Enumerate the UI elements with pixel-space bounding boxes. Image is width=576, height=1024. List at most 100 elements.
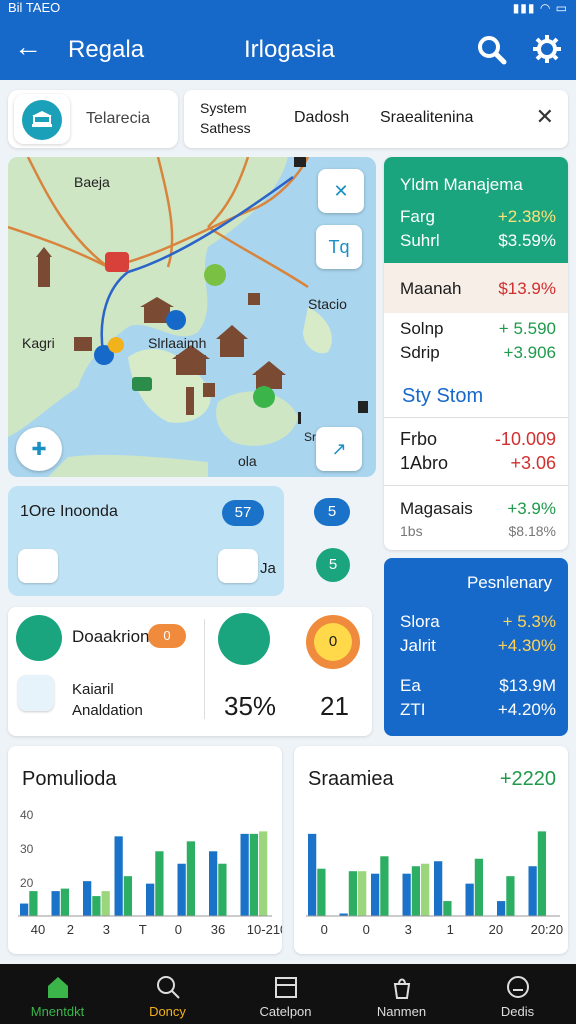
- status-icons: ▮▮▮ ◠ ▭: [512, 1, 568, 15]
- stock-name: 1bs: [400, 523, 423, 539]
- summary-value: $13.9M: [499, 676, 556, 695]
- chart-bar: [465, 883, 474, 916]
- summary-name: ZTI: [400, 700, 426, 719]
- chart-bar: [497, 901, 506, 916]
- map-filter-button[interactable]: Tq: [316, 225, 362, 269]
- summary-row[interactable]: Ea $13.9M: [400, 676, 556, 696]
- list-icon[interactable]: [18, 549, 58, 583]
- stock-value: $3.59%: [498, 231, 556, 250]
- divider: [384, 417, 568, 418]
- status-left: Bil TAEO: [8, 0, 61, 15]
- stock-panel-title: Yldm Manajema: [400, 175, 523, 194]
- map-locate-button[interactable]: ↗: [316, 427, 362, 471]
- summary-name: Jalrit: [400, 636, 436, 655]
- summary-row[interactable]: ZTI +4.20%: [400, 700, 556, 720]
- stock-row[interactable]: Farg +2.38%: [400, 207, 556, 227]
- nav-item-calendar[interactable]: Catelpon: [228, 964, 343, 1024]
- close-icon[interactable]: ✕: [536, 104, 554, 130]
- x-tick-label: 0: [175, 922, 182, 937]
- map-label-south: ola: [238, 453, 257, 469]
- summary-row[interactable]: Jalrit +4.30%: [400, 636, 556, 656]
- chart-bar: [402, 873, 411, 916]
- divider: [384, 485, 568, 486]
- stock-value: +3.9%: [507, 499, 556, 518]
- chart-bar: [474, 858, 484, 916]
- calendar-icon[interactable]: [218, 549, 258, 583]
- count-badge[interactable]: 5: [314, 498, 350, 526]
- stock-highlight-row[interactable]: Maanah $13.9%: [384, 263, 568, 313]
- stock-name: 1Abro: [400, 453, 449, 473]
- summary-value: +4.30%: [497, 636, 556, 655]
- summary-name: Ea: [400, 676, 421, 695]
- map-label-sr: Sr: [304, 430, 316, 444]
- stock-name: Suhrl: [400, 231, 440, 250]
- stock-value: $13.9%: [498, 279, 556, 298]
- summary-row[interactable]: Slora + 5.3%: [400, 612, 556, 632]
- stock-name: Magasais: [400, 499, 473, 518]
- chart-bar: [411, 866, 421, 916]
- kpi-value: 35%: [224, 691, 277, 721]
- stock-row[interactable]: Frbo -10.009: [400, 429, 556, 450]
- chart-bar: [240, 833, 249, 916]
- summary-value: +4.20%: [497, 700, 556, 719]
- x-tick-label: 20: [489, 922, 503, 937]
- x-tick-label: 3: [103, 922, 110, 937]
- map-zoom-button[interactable]: ✚: [16, 427, 62, 471]
- chart-right-svg: 0 0 3 1 20 20:20: [306, 831, 563, 937]
- tab-sraealitenina[interactable]: Sraealitenina: [380, 109, 473, 127]
- x-tick-label: 2: [67, 922, 74, 937]
- region-count-badge[interactable]: 57: [222, 500, 264, 526]
- nav-item-home[interactable]: Mnentdkt: [0, 964, 115, 1024]
- map-label-north: Baeja: [74, 174, 110, 190]
- stock-row: Maanah $13.9%: [400, 279, 556, 299]
- map-view[interactable]: Baeja Kagri Slrlaaimh Stacio ola Sr ✕ Tq…: [8, 157, 376, 477]
- stock-panel: Yldm Manajema Farg +2.38% Suhrl $3.59% M…: [384, 157, 568, 550]
- chart-bar: [348, 871, 358, 916]
- tab-system[interactable]: System Sathess: [200, 98, 270, 138]
- stock-panel-header: Yldm Manajema Farg +2.38% Suhrl $3.59%: [384, 157, 568, 263]
- map-label-west: Kagri: [22, 335, 55, 351]
- x-tick-label: 1: [447, 922, 454, 937]
- x-tick-label: 0: [321, 922, 328, 937]
- stock-row[interactable]: 1bs $8.18%: [400, 523, 556, 539]
- arrow-left-icon[interactable]: ←: [14, 32, 42, 62]
- stock-row[interactable]: 1Abro +3.06: [400, 453, 556, 474]
- chart-bar: [186, 841, 196, 916]
- y-tick: 40: [20, 808, 34, 822]
- chart-bar: [123, 876, 133, 916]
- map-label-center: Slrlaaimh: [148, 335, 207, 351]
- stock-value: +3.906: [503, 343, 556, 362]
- summary-title: Pesnlenary: [466, 573, 552, 592]
- calendar-icon: [274, 977, 297, 998]
- stock-value: +3.06: [510, 453, 556, 473]
- stock-row[interactable]: Solnp + 5.590: [400, 319, 556, 339]
- chart-bar: [218, 863, 227, 916]
- chart-bar: [146, 883, 155, 916]
- chart-bar: [259, 831, 268, 916]
- map-layers-button[interactable]: ✕: [318, 169, 364, 213]
- stock-name: Sdrip: [400, 343, 440, 362]
- filter-card[interactable]: Telarecia: [8, 90, 178, 148]
- stock-row[interactable]: Suhrl $3.59%: [400, 231, 556, 251]
- nav-item-profile[interactable]: Dedis: [460, 964, 575, 1024]
- summary-card: Pesnlenary Slora + 5.3% Jalrit +4.30% Ea…: [384, 558, 568, 736]
- chart-card-right: Sraamiea +2220 0 0 3 1 20 20:20: [294, 746, 568, 954]
- chart-bar: [51, 891, 60, 916]
- chat-icon[interactable]: [218, 613, 270, 665]
- gear-icon[interactable]: [530, 32, 564, 66]
- stock-row[interactable]: Magasais +3.9%: [400, 499, 556, 519]
- search-icon[interactable]: [474, 32, 508, 66]
- x-tick-label: 36: [211, 922, 225, 937]
- stock-row[interactable]: Sdrip +3.906: [400, 343, 556, 363]
- kpi-badge[interactable]: 0: [148, 624, 186, 648]
- stock-value: + 5.590: [498, 319, 556, 338]
- map-label-east: Stacio: [308, 296, 347, 312]
- tabs-card: System Sathess Dadosh Sraealitenina ✕: [184, 90, 568, 148]
- nav-item-bag[interactable]: Nanmen: [344, 964, 459, 1024]
- nav-item-search[interactable]: Doncy: [110, 964, 225, 1024]
- tab-dadosh[interactable]: Dadosh: [294, 109, 349, 127]
- x-tick-label: 10-210: [247, 922, 282, 937]
- nav-label: Dedis: [500, 1004, 535, 1019]
- x-tick-label: 40: [31, 922, 45, 937]
- count-circle[interactable]: 5: [316, 548, 350, 582]
